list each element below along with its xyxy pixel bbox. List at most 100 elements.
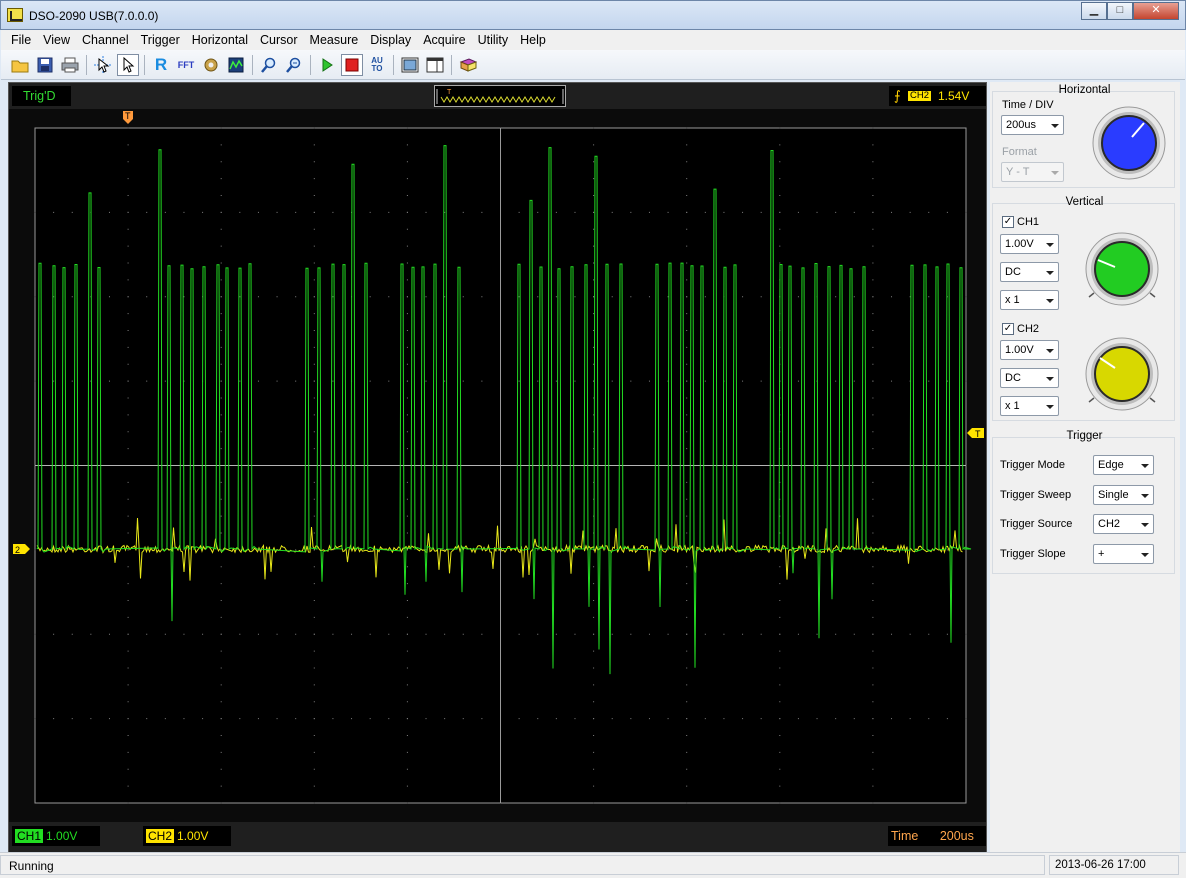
grid-dot (835, 380, 837, 382)
ch2-knob[interactable] (1084, 336, 1160, 412)
grid-dot (220, 768, 222, 770)
grid-dot (351, 718, 353, 720)
ch2-status-tag: CH2 (146, 829, 175, 843)
fft-icon[interactable]: FFT (175, 54, 197, 76)
maximize-button[interactable]: □ (1107, 2, 1133, 20)
grid-dot (425, 211, 427, 213)
close-button[interactable]: ✕ (1133, 2, 1179, 20)
grid-dot (220, 228, 222, 230)
grid-dot (425, 549, 427, 551)
grid-dot (406, 178, 408, 180)
trigger-state: Trig'D (12, 86, 71, 106)
auto-icon[interactable]: AUTO (366, 54, 388, 76)
grid-dot (686, 633, 688, 635)
run-icon[interactable] (316, 54, 338, 76)
menu-display[interactable]: Display (364, 33, 417, 47)
cursor-select-icon[interactable] (92, 54, 114, 76)
grid-dot (686, 718, 688, 720)
grid-dot (313, 481, 315, 483)
open-folder-icon[interactable] (9, 54, 31, 76)
menu-horizontal[interactable]: Horizontal (186, 33, 254, 47)
trigger-source-label: Trigger Source (1000, 518, 1073, 530)
grid-dot (220, 802, 222, 804)
grid-dot (797, 633, 799, 635)
menu-measure[interactable]: Measure (304, 33, 365, 47)
grid-dot (779, 650, 781, 652)
grid-dot (946, 211, 948, 213)
window-icon[interactable] (399, 54, 421, 76)
grid-dot (704, 211, 706, 213)
format-select[interactable]: Y - T (1001, 162, 1064, 182)
menu-view[interactable]: View (37, 33, 76, 47)
grid-dot (593, 701, 595, 703)
menu-channel[interactable]: Channel (76, 33, 135, 47)
grid-dot (723, 211, 725, 213)
waveform-plot[interactable]: T T 2 (9, 109, 986, 824)
grid-dot (965, 633, 967, 635)
grid-dot (220, 701, 222, 703)
grid-dot (313, 195, 315, 196)
grid-dot (146, 633, 148, 635)
grid-dot (518, 549, 520, 551)
zoom-in-icon[interactable] (258, 54, 280, 76)
grid-dot (313, 211, 315, 213)
ch2-coupling-select[interactable]: DC (1000, 368, 1059, 388)
grid-dot (220, 431, 222, 433)
grid-dot (257, 718, 259, 720)
menu-trigger[interactable]: Trigger (135, 33, 186, 47)
grid-dot (593, 785, 595, 787)
trigger-mode-select[interactable]: Edge (1093, 455, 1154, 475)
grid-dot (220, 718, 222, 720)
memory-overview-wave: T (436, 89, 564, 104)
grid-dot (71, 633, 73, 635)
menu-bar: File View Channel Trigger Horizontal Cur… (1, 30, 1185, 50)
settings-icon[interactable] (200, 54, 222, 76)
menu-acquire[interactable]: Acquire (417, 33, 471, 47)
grid-dot (593, 144, 595, 146)
save-icon[interactable] (34, 54, 56, 76)
ch1-knob[interactable] (1084, 231, 1160, 307)
grid-dot (406, 532, 408, 534)
grid-dot (518, 211, 520, 213)
grid-dot (369, 549, 371, 551)
stop-icon[interactable] (341, 53, 363, 76)
ch1-probe-select[interactable]: x 1 (1000, 290, 1059, 310)
grid-dot (872, 262, 874, 264)
ch2-probe-select[interactable]: x 1 (1000, 396, 1059, 416)
grid-dot (220, 633, 222, 635)
horizontal-knob[interactable] (1091, 105, 1167, 181)
trigger-title: Trigger (1066, 430, 1103, 442)
grid-dot (127, 279, 129, 281)
menu-cursor[interactable]: Cursor (254, 33, 304, 47)
time-div-select[interactable]: 200us (1001, 115, 1064, 135)
ch1-coupling-value: DC (1005, 266, 1021, 278)
grid-dot (164, 211, 166, 213)
menu-utility[interactable]: Utility (472, 33, 515, 47)
trigger-source-select[interactable]: CH2 (1093, 514, 1154, 534)
ch1-coupling-select[interactable]: DC (1000, 262, 1059, 282)
print-icon[interactable] (59, 54, 81, 76)
grid-dot (313, 144, 315, 146)
trigger-position-label: T (125, 111, 131, 121)
ch2-volts-select[interactable]: 1.00V (1000, 340, 1059, 360)
reference-icon[interactable]: R (150, 54, 172, 76)
grid-dot (220, 616, 222, 618)
wave-display-icon[interactable] (225, 54, 247, 76)
ch1-checkbox[interactable]: ✓ (1002, 216, 1014, 228)
trigger-sweep-select[interactable]: Single (1093, 485, 1154, 505)
trigger-slope-select[interactable]: + (1093, 544, 1154, 564)
book-icon[interactable] (457, 54, 479, 76)
ch1-volts-select[interactable]: 1.00V (1000, 234, 1059, 254)
grid-dot (593, 667, 595, 669)
grid-dot (388, 296, 390, 298)
panel-icon[interactable] (424, 54, 446, 76)
pointer-icon[interactable] (117, 53, 139, 76)
memory-overview[interactable]: T (434, 85, 566, 107)
grid-dot (313, 448, 315, 450)
grid-dot (593, 211, 595, 213)
zoom-out-icon[interactable] (283, 54, 305, 76)
menu-help[interactable]: Help (514, 33, 552, 47)
menu-file[interactable]: File (5, 33, 37, 47)
minimize-button[interactable]: ▁ (1081, 2, 1107, 20)
ch2-checkbox[interactable]: ✓ (1002, 323, 1014, 335)
